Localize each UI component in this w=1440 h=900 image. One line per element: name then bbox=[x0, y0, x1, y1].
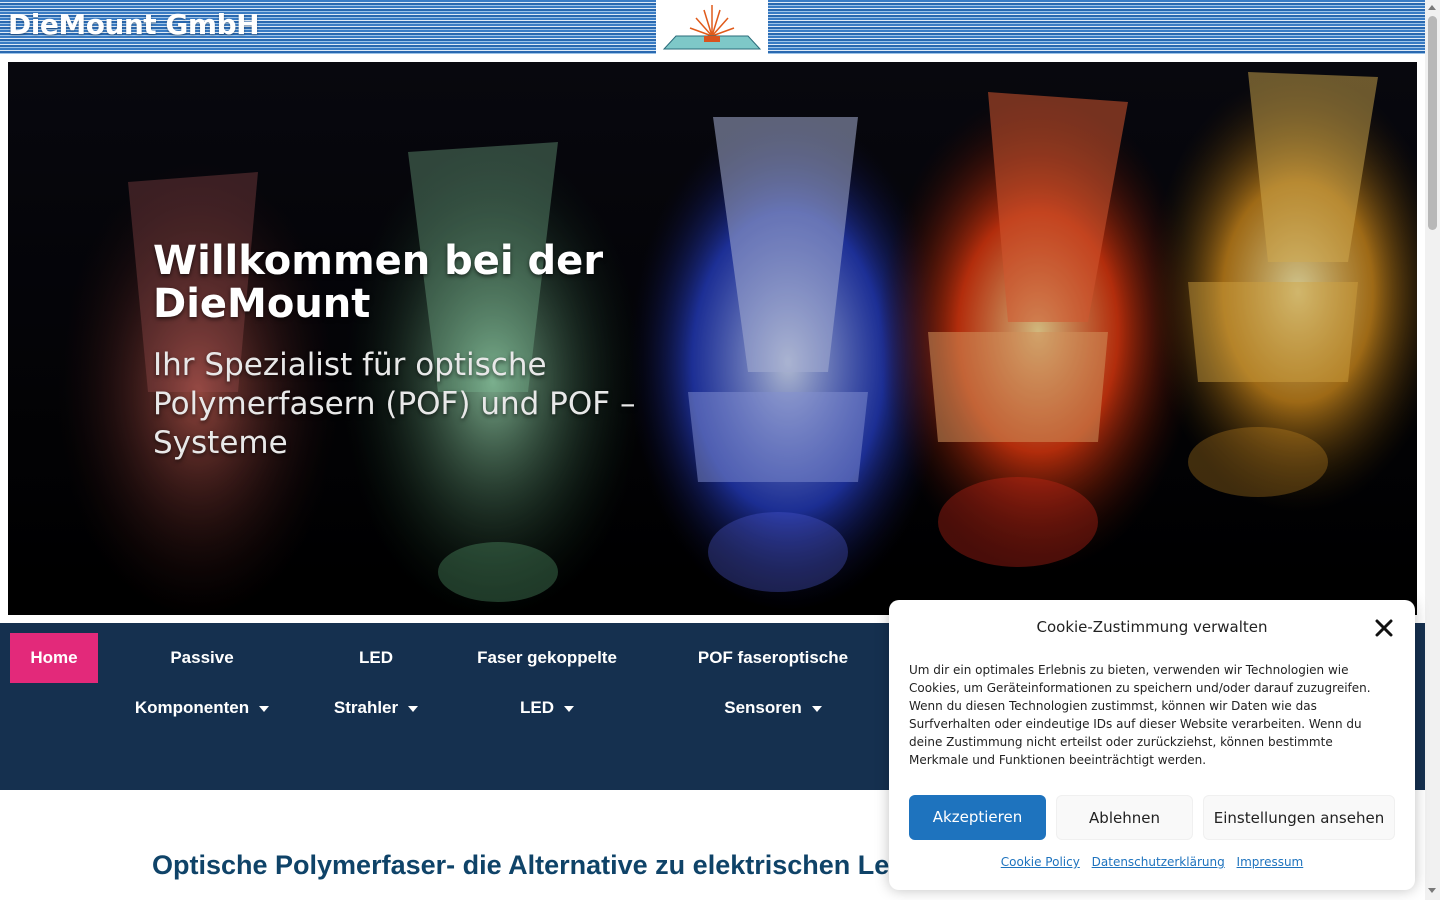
hero-subtitle: Ihr Spezialist für optische Polymerfaser… bbox=[153, 347, 636, 461]
nav-item-label-dropdown[interactable]: Strahler bbox=[318, 683, 434, 733]
hero-title: Willkommen bei der DieMount bbox=[153, 238, 604, 327]
privacy-policy-link[interactable]: Datenschutzerklärung bbox=[1092, 855, 1225, 869]
nav-item-label-dropdown[interactable]: Sensoren bbox=[682, 683, 864, 733]
nav-item-label: Komponenten bbox=[134, 698, 250, 717]
view-settings-button[interactable]: Einstellungen ansehen bbox=[1203, 795, 1395, 840]
nav-item-label[interactable]: Faser gekoppelte bbox=[462, 633, 632, 683]
scroll-up-arrow-icon[interactable] bbox=[1428, 5, 1436, 10]
deny-button[interactable]: Ablehnen bbox=[1056, 795, 1193, 840]
nav-item-label: Sensoren bbox=[724, 698, 802, 717]
page-scrollbar[interactable] bbox=[1425, 0, 1440, 900]
page: DieMount GmbH Willkommen bei der DieMoun… bbox=[0, 0, 1440, 900]
chevron-down-icon bbox=[408, 705, 419, 712]
cookie-dialog-text: Um dir ein optimales Erlebnis zu bieten,… bbox=[909, 663, 1371, 767]
scroll-down-arrow-icon[interactable] bbox=[1428, 888, 1436, 893]
chevron-down-icon bbox=[259, 705, 270, 712]
cookie-links: Cookie Policy Datenschutzerklärung Impre… bbox=[889, 855, 1415, 869]
nav-item-label: Strahler bbox=[333, 698, 399, 717]
close-icon[interactable] bbox=[1374, 618, 1394, 638]
section-heading: Optische Polymerfaser- die Alternative z… bbox=[152, 850, 906, 880]
cookie-consent-dialog: Cookie-Zustimmung verwalten Um dir ein o… bbox=[889, 600, 1415, 890]
nav-item-label[interactable]: Passive bbox=[128, 633, 276, 683]
nav-item-home[interactable]: Home bbox=[10, 633, 98, 683]
hero-text: Willkommen bei der DieMount Ihr Speziali… bbox=[153, 240, 673, 463]
accept-button[interactable]: Akzeptieren bbox=[909, 795, 1046, 840]
scrollbar-thumb[interactable] bbox=[1428, 16, 1437, 230]
company-logo[interactable] bbox=[656, 0, 768, 54]
nav-item-label-dropdown[interactable]: Komponenten bbox=[128, 683, 276, 733]
chevron-down-icon bbox=[811, 705, 822, 712]
site-header: DieMount GmbH bbox=[0, 0, 1425, 54]
nav-item-label[interactable]: POF faseroptische bbox=[682, 633, 864, 683]
nav-item-label: LED bbox=[520, 698, 554, 717]
imprint-link[interactable]: Impressum bbox=[1237, 855, 1304, 869]
chevron-down-icon bbox=[564, 705, 574, 712]
nav-item-label[interactable]: LED bbox=[318, 633, 434, 683]
brand-name[interactable]: DieMount GmbH bbox=[8, 8, 260, 41]
nav-item-label-dropdown[interactable]: LED bbox=[462, 683, 632, 733]
cookie-dialog-title: Cookie-Zustimmung verwalten bbox=[1036, 618, 1268, 636]
cookie-policy-link[interactable]: Cookie Policy bbox=[1001, 855, 1080, 869]
logo-icon bbox=[662, 5, 762, 50]
hero-banner: Willkommen bei der DieMount Ihr Speziali… bbox=[8, 62, 1417, 615]
